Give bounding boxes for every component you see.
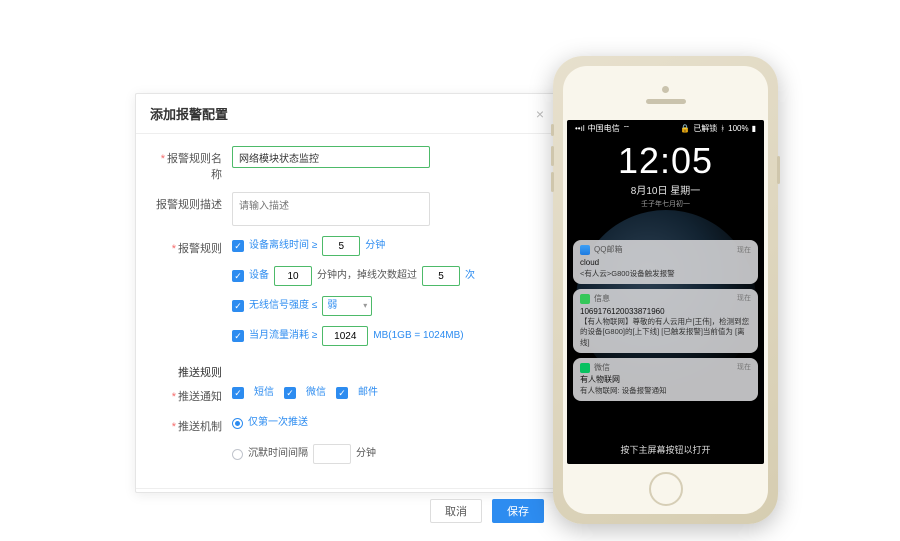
lockscreen-date: 8月10日 星期一 — [567, 182, 764, 197]
sms-icon — [580, 294, 590, 304]
push-email: 邮件 — [358, 384, 378, 402]
wifi-icon: ⌔ — [623, 124, 631, 134]
unlocked-label: 已解锁 — [693, 123, 717, 134]
lockscreen-clock: 12:05 — [567, 140, 764, 182]
mute-switch-icon — [551, 124, 554, 136]
qqmail-icon — [580, 245, 590, 255]
notification-sms[interactable]: 信息现在 1069176120033871960 【有人物联网】尊敬的有人云用户… — [573, 289, 758, 353]
camera-icon — [662, 86, 669, 93]
dialog-header: 添加报警配置 × — [136, 94, 558, 134]
traffic-unit: MB(1GB = 1024MB) — [373, 327, 463, 345]
label-push-rule: 推送规则 — [152, 360, 232, 380]
device-mid-text: 分钟内，掉线次数超过 — [317, 267, 417, 285]
alert-config-dialog: 添加报警配置 × *报警规则名称 报警规则描述 *报警规则 ✓ 设备离线时间 ≥ — [135, 93, 559, 493]
checkbox-traffic[interactable]: ✓ — [232, 330, 244, 342]
checkbox-signal[interactable]: ✓ — [232, 300, 244, 312]
label-rule-desc: 报警规则描述 — [152, 192, 232, 212]
bt-icon: ᚼ — [720, 124, 725, 133]
mech-silence-unit: 分钟 — [356, 445, 376, 463]
checkbox-email[interactable]: ✓ — [336, 387, 348, 399]
device-count-input[interactable] — [422, 266, 460, 286]
swipe-hint: 按下主屏幕按钮以打开 — [567, 443, 764, 456]
checkbox-offline[interactable]: ✓ — [232, 240, 244, 252]
dialog-body: *报警规则名称 报警规则描述 *报警规则 ✓ 设备离线时间 ≥ 分钟 — [136, 134, 558, 488]
traffic-input[interactable] — [322, 326, 368, 346]
push-sms: 短信 — [254, 384, 274, 402]
phone-mockup: ••ıl 中国电信 ⌔ 🔒 已解锁 ᚼ 100% ▮ 12:05 8月10日 星… — [553, 56, 778, 524]
offline-minutes-input[interactable] — [322, 236, 360, 256]
signal-select[interactable]: 弱▾ — [322, 296, 372, 316]
traffic-label: 当月流量消耗 ≥ — [249, 327, 317, 345]
volume-up-icon — [551, 146, 554, 166]
speaker-icon — [646, 99, 686, 104]
mech-silence-label: 沉默时间间隔 — [248, 445, 308, 463]
lockscreen-subdate: 壬子年七月初一 — [567, 199, 764, 209]
mech-once-label: 仅第一次推送 — [248, 414, 308, 432]
radio-silence[interactable] — [232, 449, 243, 460]
volume-down-icon — [551, 172, 554, 192]
power-button-icon — [777, 156, 780, 184]
offline-unit: 分钟 — [365, 237, 385, 255]
checkbox-sms[interactable]: ✓ — [232, 387, 244, 399]
save-button[interactable]: 保存 — [492, 499, 544, 523]
device-minutes-input[interactable] — [274, 266, 312, 286]
push-wechat: 微信 — [306, 384, 326, 402]
phone-screen: ••ıl 中国电信 ⌔ 🔒 已解锁 ᚼ 100% ▮ 12:05 8月10日 星… — [567, 120, 764, 464]
notifications: QQ邮箱现在 cloud <有人云>G800设备触发报警 信息现在 106917… — [573, 240, 758, 401]
battery-label: 100% — [728, 124, 748, 133]
rule-desc-textarea[interactable] — [232, 192, 430, 226]
status-bar: ••ıl 中国电信 ⌔ 🔒 已解锁 ᚼ 100% ▮ — [567, 120, 764, 134]
carrier-label: 中国电信 — [588, 123, 620, 134]
checkbox-wechat[interactable]: ✓ — [284, 387, 296, 399]
dialog-title: 添加报警配置 — [150, 104, 228, 123]
label-push-mech: *推送机制 — [152, 414, 232, 434]
wechat-icon — [580, 363, 590, 373]
dialog-footer: 取消 保存 — [136, 488, 558, 533]
close-icon[interactable]: × — [536, 106, 544, 122]
device-label: 设备 — [249, 267, 269, 285]
notification-qqmail[interactable]: QQ邮箱现在 cloud <有人云>G800设备触发报警 — [573, 240, 758, 284]
lock-icon: 🔒 — [680, 124, 690, 133]
device-unit: 次 — [465, 267, 475, 285]
notification-wechat[interactable]: 微信现在 有人物联网 有人物联网: 设备报警通知 — [573, 358, 758, 402]
silence-minutes-input[interactable] — [313, 444, 351, 464]
signal-icon: ••ıl — [575, 124, 585, 133]
rule-name-input[interactable] — [232, 146, 430, 168]
label-push-notify: *推送通知 — [152, 384, 232, 404]
cancel-button[interactable]: 取消 — [430, 499, 482, 523]
home-button[interactable] — [649, 472, 683, 506]
chevron-down-icon: ▾ — [363, 299, 367, 313]
battery-icon: ▮ — [752, 124, 756, 133]
offline-label: 设备离线时间 ≥ — [249, 237, 317, 255]
label-alarm-rule: *报警规则 — [152, 236, 232, 256]
checkbox-device[interactable]: ✓ — [232, 270, 244, 282]
label-rule-name: *报警规则名称 — [152, 146, 232, 182]
radio-once[interactable] — [232, 418, 243, 429]
phone-top — [567, 70, 764, 120]
signal-label: 无线信号强度 ≤ — [249, 297, 317, 315]
